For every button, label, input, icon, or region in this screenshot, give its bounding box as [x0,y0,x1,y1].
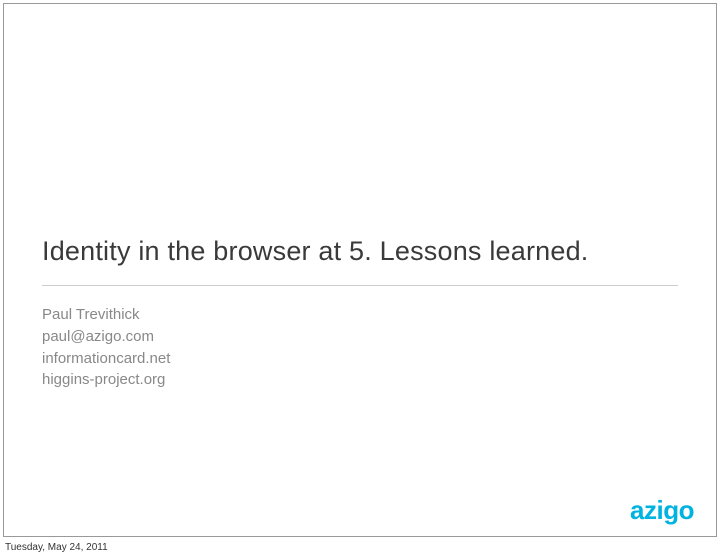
slide-title: Identity in the browser at 5. Lessons le… [42,236,678,267]
title-divider [42,285,678,286]
author-site-1: informationcard.net [42,348,678,370]
author-site-2: higgins-project.org [42,369,678,391]
author-email: paul@azigo.com [42,326,678,348]
slide-content: Identity in the browser at 5. Lessons le… [42,236,678,391]
azigo-logo: azigo [630,495,694,526]
footer-date: Tuesday, May 24, 2011 [5,542,108,553]
slide-frame: Identity in the browser at 5. Lessons le… [3,3,717,537]
author-block: Paul Trevithick paul@azigo.com informati… [42,304,678,391]
author-name: Paul Trevithick [42,304,678,326]
